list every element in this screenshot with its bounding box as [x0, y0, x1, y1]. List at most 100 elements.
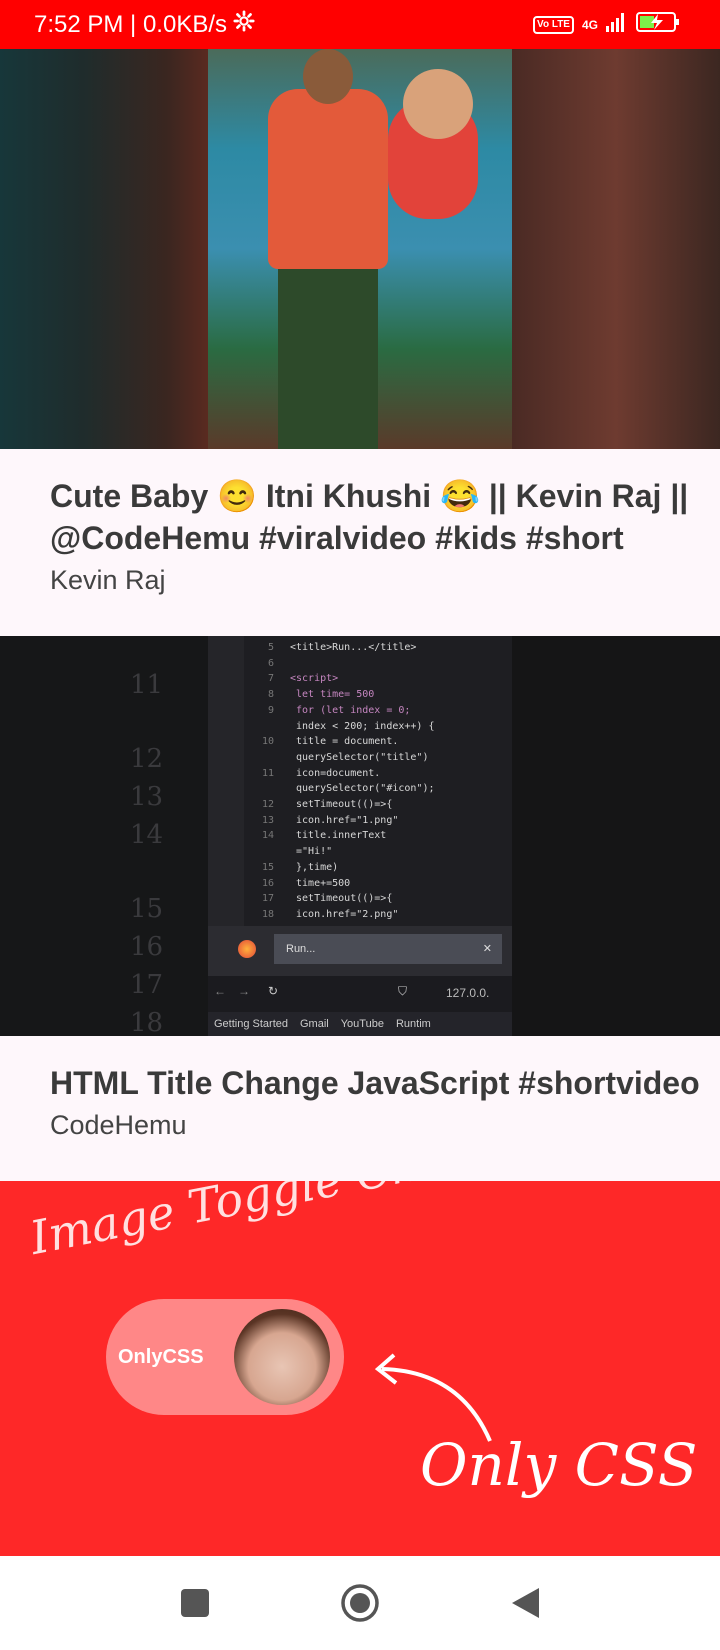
video-meta: HTML Title Change JavaScript #shortvideo…	[0, 1036, 720, 1181]
code-text: for (let index = 0;	[290, 704, 411, 716]
bookmark-item: Getting Started	[214, 1018, 288, 1030]
code-line: 16 time+=500	[248, 876, 435, 892]
toggle-label: OnlyCSS	[118, 1346, 204, 1368]
line-number: 5	[267, 642, 274, 653]
browser-url-bar: ← → ↻ ⛉ 127.0.0.	[208, 976, 512, 1012]
url-text: 127.0.0.	[446, 986, 490, 1000]
bookmark-item: Gmail	[300, 1018, 329, 1030]
code-line: 13 icon.href="1.png"	[248, 813, 435, 829]
channel-name[interactable]: CodeHemu	[50, 1110, 720, 1141]
firefox-icon	[238, 940, 256, 958]
blurred-number: 12	[130, 744, 164, 774]
code-text: ="Hi!"	[290, 846, 333, 858]
status-bar: 7:52 PM | 0.0KB/s Vo LTE 4G	[0, 0, 720, 49]
line-number: 14	[261, 830, 274, 842]
reload-icon: ↻	[268, 984, 279, 998]
back-button[interactable]	[500, 1578, 550, 1628]
close-icon: ✕	[482, 943, 492, 955]
video-card[interactable]: 11 12 13 14 15 16 17 18 5 <title>Run...</…	[0, 636, 720, 1181]
thumbnail-blur-right	[512, 49, 720, 449]
blurred-number: 13	[130, 782, 164, 812]
code-line: 17 setTimeout(()=>{	[248, 891, 435, 907]
line-number: 6	[267, 657, 274, 669]
status-left: 7:52 PM | 0.0KB/s	[34, 0, 255, 49]
toggle-illustration: OnlyCSS	[106, 1299, 344, 1415]
code-text: icon.href="1.png"	[290, 814, 399, 826]
line-number: 12	[261, 799, 274, 811]
code-block: 5 <title>Run...</title> 6 7 <script> 8 let ti…	[248, 640, 435, 923]
figure-head	[303, 49, 353, 104]
settings-gear-icon	[233, 10, 255, 39]
thumbnail-footer-text: Only CSS	[420, 1431, 698, 1499]
code-line: index < 200; index++) {	[248, 719, 434, 735]
code-text: querySelector("#icon");	[290, 783, 435, 795]
back-triangle-icon	[512, 1588, 539, 1618]
thumbnail-image	[208, 49, 512, 449]
back-arrow-icon: ←	[214, 984, 226, 998]
video-thumbnail[interactable]: Image Toggle Checkbox OnlyCSS Only CSS	[0, 1181, 720, 1581]
code-line: 18 icon.href="2.png"	[248, 907, 435, 923]
bookmark-item: Runtim	[395, 1018, 431, 1030]
line-number: 11	[261, 767, 274, 779]
line-number: 16	[261, 877, 274, 889]
line-number: 17	[261, 893, 274, 905]
editor-activity-bar	[208, 636, 244, 926]
line-number: 8	[267, 689, 274, 701]
video-thumbnail[interactable]	[0, 49, 720, 449]
forward-arrow-icon: →	[238, 984, 250, 998]
code-line: 15 },time)	[248, 860, 435, 876]
thumbnail-blur-left	[0, 49, 208, 449]
code-text: title = document.	[290, 736, 399, 748]
battery-charging-icon	[636, 11, 680, 38]
status-right: Vo LTE 4G	[533, 0, 680, 49]
code-line: 14 title.innerText	[248, 828, 435, 844]
code-text: <script>	[290, 673, 339, 685]
code-line: 11 icon=document.	[248, 766, 435, 782]
line-number: 13	[261, 814, 274, 826]
browser-tab: Run... ✕	[274, 934, 502, 964]
code-text: <title>Run...</title>	[290, 642, 417, 653]
video-card[interactable]: Image Toggle Checkbox OnlyCSS Only CSS	[0, 1181, 720, 1581]
line-number: 10	[261, 736, 274, 748]
code-text: time+=500	[290, 877, 351, 889]
code-editor-screenshot: 5 <title>Run...</title> 6 7 <script> 8 let ti…	[208, 636, 512, 1036]
line-number: 7	[267, 673, 274, 685]
video-title[interactable]: HTML Title Change JavaScript #shortvideo	[50, 1062, 720, 1104]
home-circle-icon	[341, 1584, 379, 1622]
code-line: 7 <script>	[248, 671, 435, 687]
code-line: 8 let time= 500	[248, 687, 435, 703]
network-type: 4G	[581, 17, 598, 32]
code-text: icon=document.	[290, 767, 381, 779]
signal-icon	[606, 12, 628, 37]
code-text: let time= 500	[290, 689, 375, 701]
baby-head	[403, 69, 473, 139]
thumbnail-blur-right	[512, 636, 720, 1036]
recents-button[interactable]	[170, 1578, 220, 1628]
line-number: 18	[261, 908, 274, 920]
channel-name[interactable]: Kevin Raj	[50, 565, 720, 596]
blurred-number: 14	[130, 820, 164, 850]
video-meta: Cute Baby 😊 Itni Khushi 😂 || Kevin Raj |…	[0, 449, 720, 636]
volte-icon: Vo LTE	[533, 15, 574, 34]
code-text: setTimeout(()=>{	[290, 893, 393, 905]
blurred-number: 15	[130, 894, 164, 924]
figure-shirt	[268, 89, 388, 269]
code-text: setTimeout(()=>{	[290, 799, 393, 811]
home-button[interactable]	[335, 1578, 385, 1628]
code-line: querySelector("title")	[248, 750, 435, 766]
blurred-line-numbers: 11 12 13 14 15 16 17 18	[130, 666, 163, 1036]
video-thumbnail[interactable]: 11 12 13 14 15 16 17 18 5 <title>Run...</…	[0, 636, 720, 1036]
blurred-number: 16	[130, 932, 164, 962]
code-line: 6	[248, 656, 435, 672]
code-line: 9 for (let index = 0;	[248, 703, 435, 719]
video-feed: Cute Baby 😊 Itni Khushi 😂 || Kevin Raj |…	[0, 49, 720, 1581]
blurred-number: 11	[130, 670, 164, 700]
navigation-bar	[0, 1556, 720, 1650]
bookmarks-bar: Getting Started Gmail YouTube Runtim	[208, 1012, 512, 1036]
code-line: 12 setTimeout(()=>{	[248, 797, 435, 813]
video-card[interactable]: Cute Baby 😊 Itni Khushi 😂 || Kevin Raj |…	[0, 49, 720, 636]
code-text: },time)	[290, 861, 339, 873]
code-text: title.innerText	[290, 830, 387, 842]
video-title[interactable]: Cute Baby 😊 Itni Khushi 😂 || Kevin Raj |…	[50, 475, 720, 559]
code-line: 5 <title>Run...</title>	[248, 640, 435, 656]
